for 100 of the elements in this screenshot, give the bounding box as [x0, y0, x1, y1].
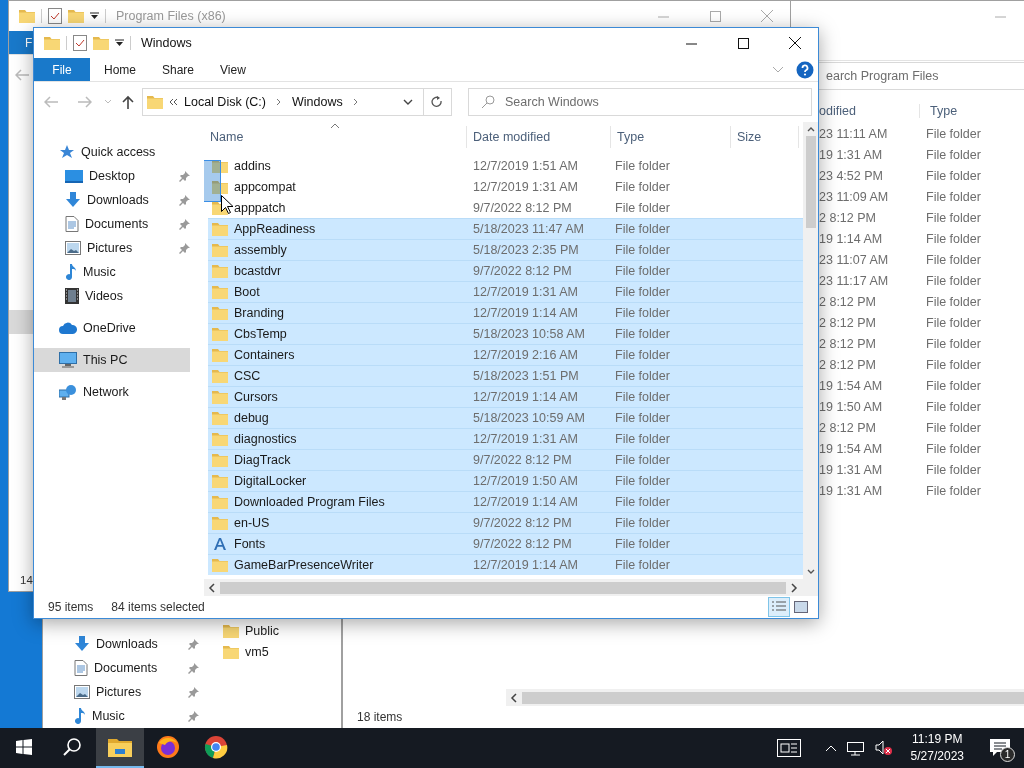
file-row[interactable]: bcastdvr 9/7/2022 8:12 PM File folder	[208, 260, 803, 281]
scroll-left-icon[interactable]	[510, 692, 518, 703]
file-row[interactable]: Branding 12/7/2019 1:14 AM File folder	[208, 302, 803, 323]
file-row[interactable]: AppReadiness 5/18/2023 11:47 AM File folder	[208, 218, 803, 239]
file-row[interactable]: DiagTrack 9/7/2022 8:12 PM File folder	[208, 449, 803, 470]
date-modified: 12/7/2019 2:16 AM	[473, 348, 578, 362]
horizontal-scrollbar[interactable]	[204, 579, 818, 596]
properties-icon[interactable]	[73, 35, 87, 51]
file-name: addins	[234, 159, 271, 173]
file-row[interactable]: debug 5/18/2023 10:59 AM File folder	[208, 407, 803, 428]
scroll-down-icon[interactable]	[806, 569, 815, 575]
file-row[interactable]: diagnostics 12/7/2019 1:31 AM File folder	[208, 428, 803, 449]
nav-item[interactable]: Quick access	[34, 140, 190, 164]
nav-item[interactable]: Music	[43, 704, 199, 728]
file-name[interactable]: Public	[245, 623, 280, 638]
file-row[interactable]: GameBarPresenceWriter 12/7/2019 1:14 AM File folder	[208, 554, 803, 575]
nav-item[interactable]: Documents	[34, 212, 190, 236]
file-type: File folder	[926, 252, 981, 267]
file-tab[interactable]: F	[9, 31, 33, 54]
file-row[interactable]: Cursors 12/7/2019 1:14 AM File folder	[208, 386, 803, 407]
file-row[interactable]: Fonts 9/7/2022 8:12 PM File folder	[208, 533, 803, 554]
file-type: File folder	[615, 243, 670, 257]
file-type: File folder	[926, 357, 981, 372]
file-type: File folder	[926, 147, 981, 162]
scroll-up-icon[interactable]	[806, 126, 815, 132]
overflow-chevron-icon[interactable]	[169, 98, 178, 106]
caret-icon[interactable]	[115, 39, 124, 47]
horizontal-scrollbar[interactable]	[506, 689, 1024, 706]
caret-icon[interactable]	[90, 12, 99, 20]
scroll-left-icon[interactable]	[208, 582, 216, 593]
taskbar-button[interactable]	[96, 728, 144, 768]
nav-item[interactable]: Downloads	[43, 632, 199, 656]
file-row[interactable]: en-US 9/7/2022 8:12 PM File folder	[208, 512, 803, 533]
nav-item[interactable]: OneDrive	[34, 316, 190, 340]
muted-speaker-icon[interactable]	[874, 740, 893, 756]
scroll-right-icon[interactable]	[790, 582, 798, 593]
ribbon-tab[interactable]: Share	[148, 58, 206, 81]
help-icon[interactable]	[796, 60, 814, 79]
nav-item[interactable]: Network	[34, 380, 190, 404]
chevron-up-icon[interactable]	[824, 744, 837, 752]
nav-item[interactable]: Downloads	[34, 188, 190, 212]
nav-item[interactable]: Music	[34, 260, 190, 284]
vertical-scrollbar[interactable]	[803, 122, 818, 579]
folder-icon[interactable]	[108, 737, 132, 757]
nav-item[interactable]: Pictures	[43, 680, 199, 704]
file-type: File folder	[615, 537, 670, 551]
search-icon[interactable]	[62, 737, 82, 757]
file-name: DiagTrack	[234, 453, 291, 467]
file-type: File folder	[926, 462, 981, 477]
refresh-button[interactable]	[422, 88, 452, 116]
notifications-button[interactable]: 1	[982, 728, 1018, 768]
nav-item[interactable]: Videos	[34, 284, 190, 308]
up-arrow-icon[interactable]	[122, 95, 134, 109]
dropdown-icon[interactable]	[403, 99, 413, 105]
clock-time[interactable]: 11:19 PM	[912, 731, 963, 748]
news-icon[interactable]	[776, 739, 801, 757]
document-icon	[74, 660, 88, 676]
file-row[interactable]: DigitalLocker 12/7/2019 1:50 AM File folder	[208, 470, 803, 491]
file-row[interactable]: CbsTemp 5/18/2023 10:58 AM File folder	[208, 323, 803, 344]
folder-icon	[44, 36, 60, 50]
file-row[interactable]: assembly 5/18/2023 2:35 PM File folder	[208, 239, 803, 260]
column-header[interactable]: Size	[731, 126, 799, 148]
breadcrumb[interactable]: Windows	[291, 95, 343, 109]
sort-caret-icon	[330, 123, 340, 129]
column-header[interactable]: Date modified	[467, 126, 611, 148]
computer-icon	[59, 352, 77, 368]
chevron-right-icon[interactable]	[352, 98, 359, 106]
file-row[interactable]: Boot 12/7/2019 1:31 AM File folder	[208, 281, 803, 302]
file-row[interactable]: Downloaded Program Files 12/7/2019 1:14 AM File folder	[208, 491, 803, 512]
chevron-right-icon[interactable]	[275, 98, 282, 106]
column-header[interactable]: Name	[204, 126, 467, 148]
address-bar[interactable]: Local Disk (C:) Windows	[142, 88, 424, 116]
search-field[interactable]: Search Windows	[468, 88, 812, 116]
file-type: File folder	[615, 180, 670, 194]
ribbon-tab[interactable]: View	[206, 58, 264, 81]
nav-item[interactable]: Pictures	[34, 236, 190, 260]
date-modified: 9/7/2022 8:12 PM	[473, 453, 572, 467]
chrome-icon[interactable]	[204, 735, 228, 759]
file-row[interactable]: CSC 5/18/2023 1:51 PM File folder	[208, 365, 803, 386]
file-type: File folder	[926, 399, 981, 414]
network-icon[interactable]	[846, 740, 865, 756]
folder-icon	[147, 95, 163, 109]
date-modified: 23 11:11 AM	[819, 126, 888, 141]
folder-icon	[223, 623, 239, 638]
notification-count: 1	[1000, 747, 1015, 762]
ribbon-tab[interactable]: Home	[90, 58, 148, 81]
breadcrumb[interactable]: Local Disk (C:)	[184, 95, 266, 109]
folder-icon	[212, 390, 228, 404]
pin-icon	[179, 242, 190, 254]
properties-icon[interactable]	[48, 8, 62, 24]
column-header[interactable]: Type	[611, 126, 731, 148]
firefox-icon[interactable]	[156, 735, 180, 759]
scrollbar-thumb[interactable]	[805, 136, 816, 228]
nav-item[interactable]: This PC	[34, 348, 190, 372]
file-tab[interactable]: File	[34, 58, 90, 81]
clock-date[interactable]: 5/27/2023	[910, 748, 964, 765]
file-row[interactable]: Containers 12/7/2019 2:16 AM File folder	[208, 344, 803, 365]
nav-item[interactable]: Desktop	[34, 164, 190, 188]
nav-item[interactable]: Documents	[43, 656, 199, 680]
file-name[interactable]: vm5	[245, 644, 269, 659]
